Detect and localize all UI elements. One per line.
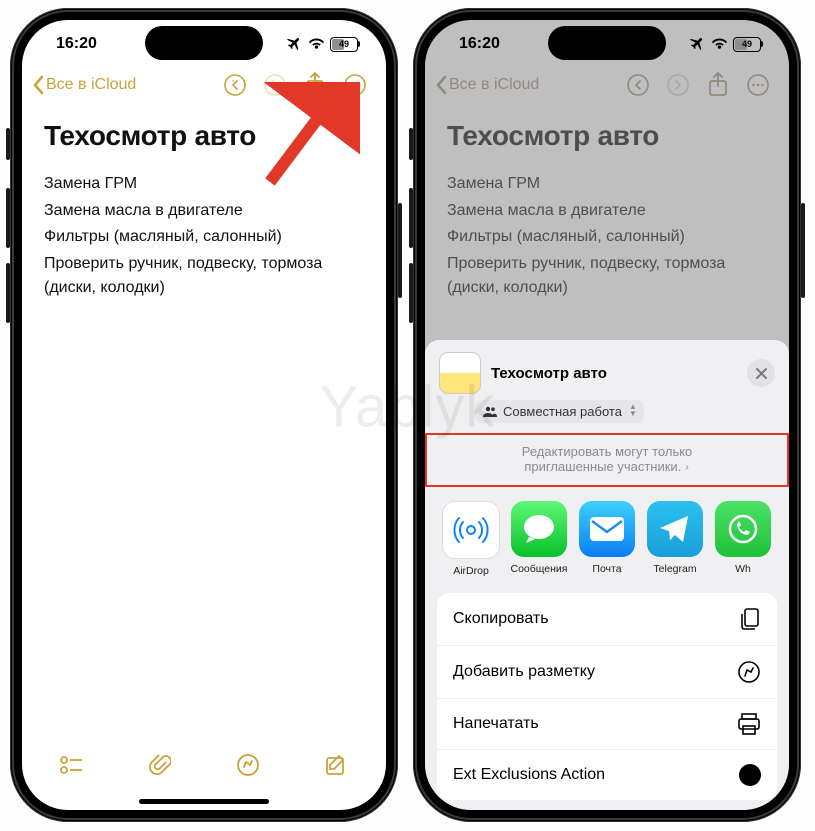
dynamic-island [548,26,666,60]
app-whatsapp[interactable]: Wh [711,501,775,577]
app-airdrop[interactable]: AirDrop [439,501,503,577]
action-markup[interactable]: Добавить разметку [437,646,777,699]
note-line: Проверить ручник, подвеску, тормоза (дис… [44,252,364,299]
copy-icon [739,607,761,631]
note-line: Замена масла в двигателе [447,199,767,223]
back-button: Все в iCloud [435,75,539,95]
notes-app-icon [439,352,481,394]
share-button [701,72,735,98]
status-time: 16:20 [459,35,500,53]
note-content-dimmed: Техосмотр авто Замена ГРМ Замена масла в… [425,106,789,308]
ext-icon [739,764,761,786]
dynamic-island [145,26,263,60]
battery-icon: 49 [733,37,761,52]
note-title: Техосмотр авто [447,120,767,152]
attachment-button[interactable] [140,753,180,777]
wifi-icon [711,38,728,51]
close-icon [756,368,767,379]
phone-left: 16:20 49 Все в iCloud [10,8,398,822]
home-indicator[interactable] [139,799,269,804]
action-ext[interactable]: Ext Exclusions Action [437,750,777,800]
permissions-row[interactable]: Редактировать могут только приглашенные … [425,433,789,486]
compose-button[interactable] [316,753,356,777]
back-label: Все в iCloud [449,76,539,94]
redo-button [661,73,695,97]
share-sheet: Техосмотр авто Совместная работа ▲▼ Реда… [425,340,789,810]
close-button[interactable] [747,359,775,387]
note-line: Замена масла в двигателе [44,199,364,223]
action-print[interactable]: Напечатать [437,699,777,750]
nav-bar: Все в iCloud [22,68,386,106]
redo-button[interactable] [258,73,292,97]
app-mail[interactable]: Почта [575,501,639,577]
app-messages[interactable]: Сообщения [507,501,571,577]
airplane-icon [690,36,706,52]
action-copy[interactable]: Скопировать [437,593,777,646]
app-telegram[interactable]: Telegram [643,501,707,577]
screen-right: 16:20 49 Все в iCloud Техосмотр авто Зам… [425,20,789,810]
note-content[interactable]: Техосмотр авто Замена ГРМ Замена масла в… [22,106,386,308]
back-label: Все в iCloud [46,76,136,94]
collaboration-selector[interactable]: Совместная работа ▲▼ [475,400,644,423]
phone-right: 16:20 49 Все в iCloud Техосмотр авто Зам… [413,8,801,822]
print-icon [737,713,761,735]
share-apps-row[interactable]: AirDrop Сообщения Почта [425,486,789,593]
checklist-button[interactable] [52,755,92,775]
chevron-updown-icon: ▲▼ [629,403,637,417]
chevron-right-icon: › [686,461,689,473]
actions-list: Скопировать Добавить разметку Напечатать… [437,593,777,800]
draw-button[interactable] [228,753,268,777]
airplane-icon [287,36,303,52]
sheet-title: Техосмотр авто [491,365,737,382]
note-line: Фильтры (масляный, салонный) [447,225,767,249]
screen-left: 16:20 49 Все в iCloud [22,20,386,810]
note-line: Замена ГРМ [44,172,364,196]
people-icon [483,406,497,417]
status-time: 16:20 [56,35,97,53]
markup-icon [737,660,761,684]
more-button[interactable] [338,73,372,97]
nav-bar: Все в iCloud [425,68,789,106]
battery-icon: 49 [330,37,358,52]
note-line: Проверить ручник, подвеску, тормоза (дис… [447,252,767,299]
note-line: Фильтры (масляный, салонный) [44,225,364,249]
more-button [741,73,775,97]
note-line: Замена ГРМ [447,172,767,196]
back-button[interactable]: Все в iCloud [32,75,136,95]
undo-button[interactable] [218,73,252,97]
share-button[interactable] [298,72,332,98]
note-title: Техосмотр авто [44,120,364,152]
wifi-icon [308,38,325,51]
undo-button [621,73,655,97]
